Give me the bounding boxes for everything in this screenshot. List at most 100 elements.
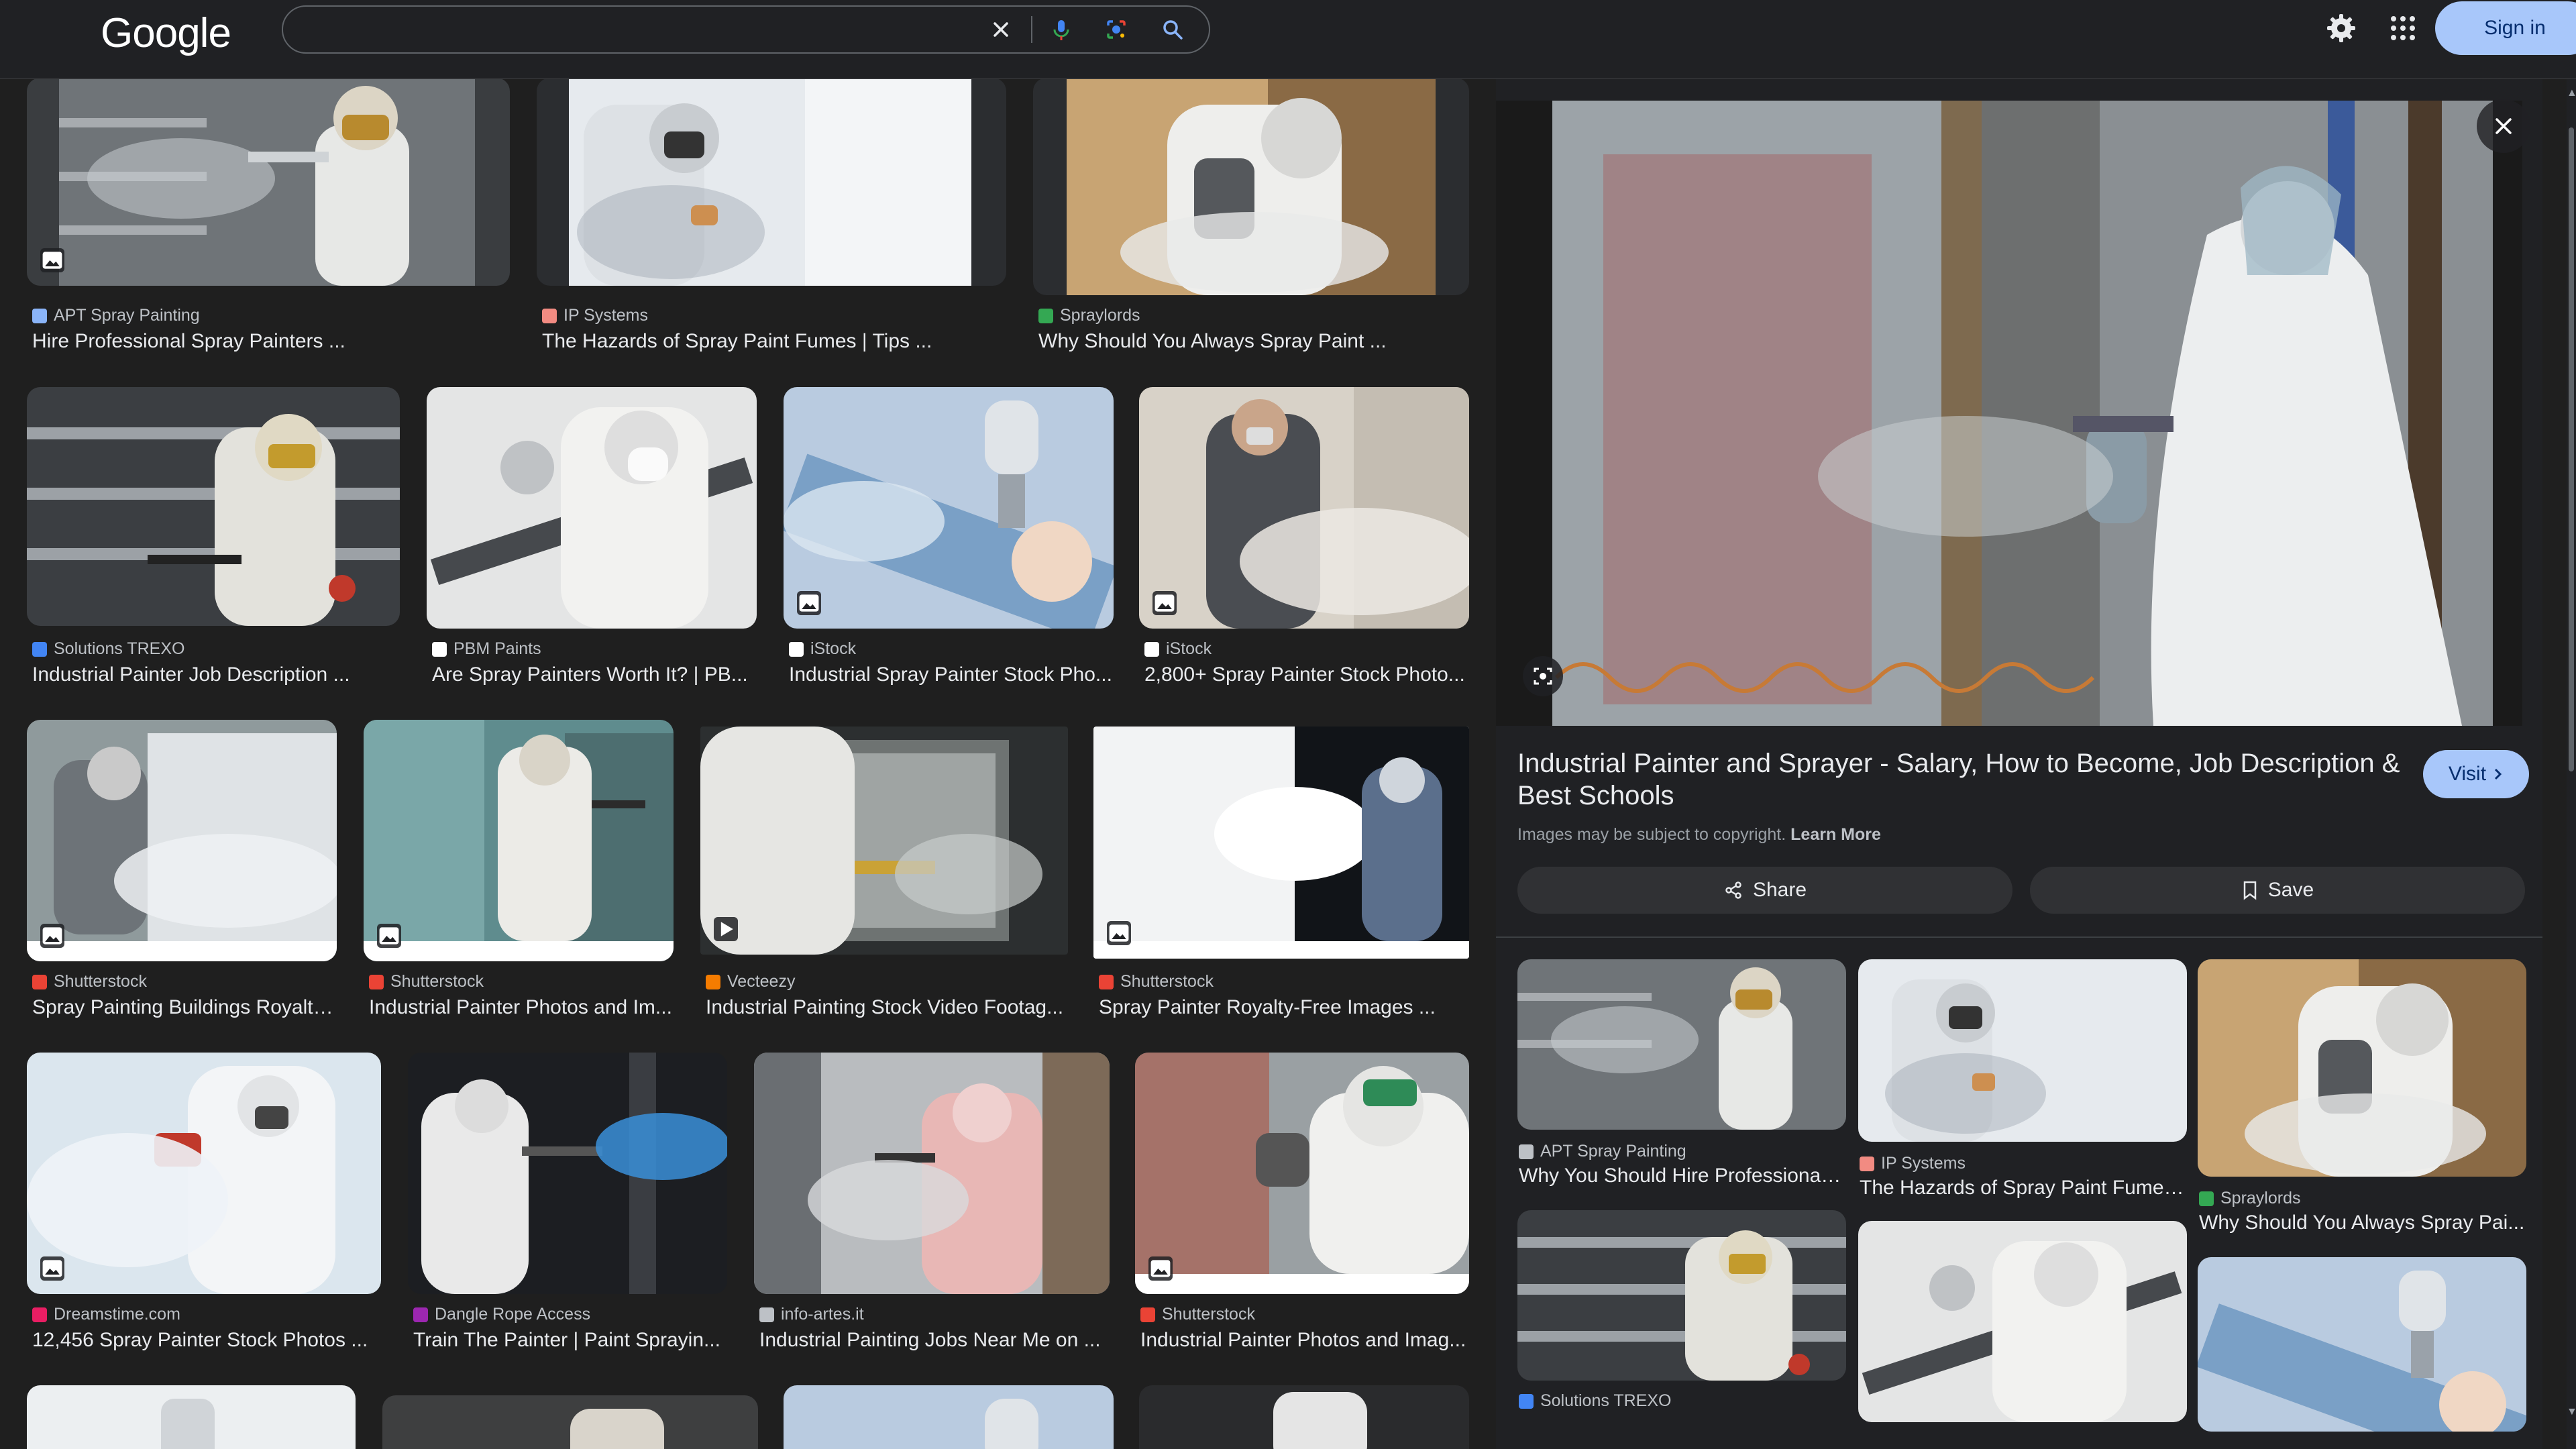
close-preview-button[interactable] xyxy=(2477,99,2530,153)
result-title[interactable]: Spray Painting Buildings Royalty... xyxy=(32,996,335,1019)
result-thumbnail[interactable] xyxy=(784,1385,1114,1449)
result-title[interactable]: The Hazards of Spray Paint Fumes | Tips … xyxy=(542,330,1005,353)
result-source[interactable]: APT Spray Painting xyxy=(32,306,200,325)
related-source[interactable]: Spraylords xyxy=(2199,1189,2301,1208)
result-thumbnail[interactable] xyxy=(784,387,1114,629)
related-thumbnail[interactable] xyxy=(1517,1210,1846,1381)
scroll-up-arrow-icon[interactable]: ▲ xyxy=(2567,87,2576,101)
result-card[interactable]: Solutions TREXO Industrial Painter Job D… xyxy=(27,387,400,696)
result-title[interactable]: Industrial Painting Jobs Near Me on ... xyxy=(759,1329,1108,1352)
related-thumbnail[interactable] xyxy=(2198,1257,2526,1432)
result-card[interactable]: iStock 2,800+ Spray Painter Stock Photo.… xyxy=(1139,387,1469,696)
result-thumbnail[interactable] xyxy=(1093,727,1469,959)
result-title[interactable]: Why Should You Always Spray Paint ... xyxy=(1038,330,1468,353)
grid-icon[interactable] xyxy=(2388,13,2418,43)
result-title[interactable]: Industrial Painter Photos and Imag... xyxy=(1140,1329,1468,1352)
related-card[interactable]: Solutions TREXO xyxy=(1517,1210,1846,1449)
result-card[interactable]: Shutterstock Industrial Painter Photos a… xyxy=(364,720,674,1028)
result-title[interactable]: Train The Painter | Paint Sprayin... xyxy=(413,1329,726,1352)
result-card[interactable]: Shutterstock Industrial Painter Photos a… xyxy=(1135,1053,1469,1361)
result-title[interactable]: Industrial Painter Photos and Im... xyxy=(369,996,672,1019)
result-card[interactable]: IP Systems The Hazards of Spray Paint Fu… xyxy=(537,78,1006,360)
result-title[interactable]: Industrial Spray Painter Stock Pho... xyxy=(789,663,1112,686)
result-thumbnail[interactable] xyxy=(1139,1385,1469,1449)
result-source[interactable]: Shutterstock xyxy=(1140,1305,1255,1324)
result-thumbnail[interactable] xyxy=(1139,387,1469,629)
result-source[interactable]: PBM Paints xyxy=(432,639,541,659)
result-source[interactable]: iStock xyxy=(1144,639,1212,659)
result-card[interactable]: Spraylords Why Should You Always Spray P… xyxy=(1033,78,1469,360)
scrollbar-thumb[interactable] xyxy=(2569,127,2574,771)
related-source[interactable]: Solutions TREXO xyxy=(1519,1391,1671,1411)
google-logo[interactable]: Google xyxy=(101,9,231,57)
result-thumbnail[interactable] xyxy=(27,720,337,961)
result-source[interactable]: Dangle Rope Access xyxy=(413,1305,590,1324)
result-title[interactable]: Industrial Painting Stock Video Footag..… xyxy=(706,996,1067,1019)
result-source[interactable]: info-artes.it xyxy=(759,1305,864,1324)
result-source[interactable]: Vecteezy xyxy=(706,972,795,991)
learn-more-link[interactable]: Learn More xyxy=(1790,825,1881,844)
result-thumbnail[interactable] xyxy=(382,1395,758,1449)
related-title[interactable]: The Hazards of Spray Paint Fumes ... xyxy=(1860,1177,2186,1199)
result-thumbnail[interactable] xyxy=(1033,78,1469,295)
result-title[interactable]: Industrial Painter Job Description ... xyxy=(32,663,398,686)
result-thumbnail[interactable] xyxy=(700,727,1068,955)
related-title[interactable]: Why Should You Always Spray Pai... xyxy=(2199,1212,2525,1234)
camera-lens-icon[interactable] xyxy=(1103,16,1130,43)
result-title[interactable]: Hire Professional Spray Painters ... xyxy=(32,330,508,353)
result-thumbnail[interactable] xyxy=(27,387,400,626)
result-source[interactable]: Dreamstime.com xyxy=(32,1305,180,1324)
result-card[interactable]: APT Spray Painting Hire Professional Spr… xyxy=(27,78,510,360)
related-title[interactable]: Why You Should Hire Professional ... xyxy=(1519,1165,1845,1187)
scroll-down-arrow-icon[interactable]: ▼ xyxy=(2567,1406,2576,1419)
result-card[interactable]: PBM Paints Are Spray Painters Worth It? … xyxy=(427,387,757,696)
result-source[interactable]: iStock xyxy=(789,639,856,659)
result-thumbnail[interactable] xyxy=(408,1053,727,1294)
related-thumbnail[interactable] xyxy=(1858,1221,2187,1422)
related-source[interactable]: APT Spray Painting xyxy=(1519,1142,1686,1161)
lens-search-button[interactable] xyxy=(1523,656,1563,696)
preview-title[interactable]: Industrial Painter and Sprayer - Salary,… xyxy=(1517,747,2403,812)
result-thumbnail[interactable] xyxy=(1135,1053,1469,1294)
related-thumbnail[interactable] xyxy=(1517,959,1846,1130)
preview-image[interactable] xyxy=(1496,101,2522,726)
result-thumbnail[interactable] xyxy=(364,720,674,961)
result-title[interactable]: Are Spray Painters Worth It? | PB... xyxy=(432,663,755,686)
result-card[interactable]: Vecteezy Industrial Painting Stock Video… xyxy=(700,720,1068,1028)
result-thumbnail[interactable] xyxy=(754,1053,1110,1294)
related-card[interactable]: Spraylords Why Should You Always Spray P… xyxy=(2198,959,2526,1275)
result-source[interactable]: IP Systems xyxy=(542,306,648,325)
result-source[interactable]: Solutions TREXO xyxy=(32,639,184,659)
save-button[interactable]: Save xyxy=(2030,867,2525,914)
result-source[interactable]: Spraylords xyxy=(1038,306,1140,325)
result-thumbnail[interactable] xyxy=(27,1053,381,1294)
result-card[interactable]: Shutterstock Spray Painter Royalty-Free … xyxy=(1093,720,1469,1028)
result-source[interactable]: Shutterstock xyxy=(369,972,484,991)
result-source[interactable]: Shutterstock xyxy=(32,972,147,991)
result-thumbnail[interactable] xyxy=(27,1385,356,1449)
result-title[interactable]: 2,800+ Spray Painter Stock Photo... xyxy=(1144,663,1468,686)
search-icon[interactable] xyxy=(1159,16,1186,43)
result-source[interactable]: Shutterstock xyxy=(1099,972,1214,991)
result-thumbnail[interactable] xyxy=(537,78,1006,286)
result-card[interactable]: Dangle Rope Access Train The Painter | P… xyxy=(408,1053,727,1361)
related-thumbnail[interactable] xyxy=(1858,959,2187,1142)
visit-button[interactable]: Visit xyxy=(2423,750,2529,798)
related-thumbnail[interactable] xyxy=(2198,959,2526,1177)
result-thumbnail[interactable] xyxy=(27,78,510,286)
search-input[interactable] xyxy=(303,13,977,47)
sign-in-button[interactable]: Sign in xyxy=(2435,1,2576,55)
related-source[interactable]: IP Systems xyxy=(1860,1154,1966,1173)
mic-icon[interactable] xyxy=(1048,16,1075,43)
result-card[interactable]: info-artes.it Industrial Painting Jobs N… xyxy=(754,1053,1110,1361)
result-thumbnail[interactable] xyxy=(427,387,757,629)
result-card[interactable]: iStock Industrial Spray Painter Stock Ph… xyxy=(784,387,1114,696)
result-card[interactable]: Dreamstime.com 12,456 Spray Painter Stoc… xyxy=(27,1053,381,1361)
close-icon[interactable] xyxy=(987,16,1014,43)
search-box[interactable] xyxy=(282,5,1210,54)
share-button[interactable]: Share xyxy=(1517,867,2012,914)
result-title[interactable]: Spray Painter Royalty-Free Images ... xyxy=(1099,996,1468,1019)
result-card[interactable]: Shutterstock Spray Painting Buildings Ro… xyxy=(27,720,337,1028)
result-title[interactable]: 12,456 Spray Painter Stock Photos ... xyxy=(32,1329,380,1352)
gear-icon[interactable] xyxy=(2325,12,2357,44)
